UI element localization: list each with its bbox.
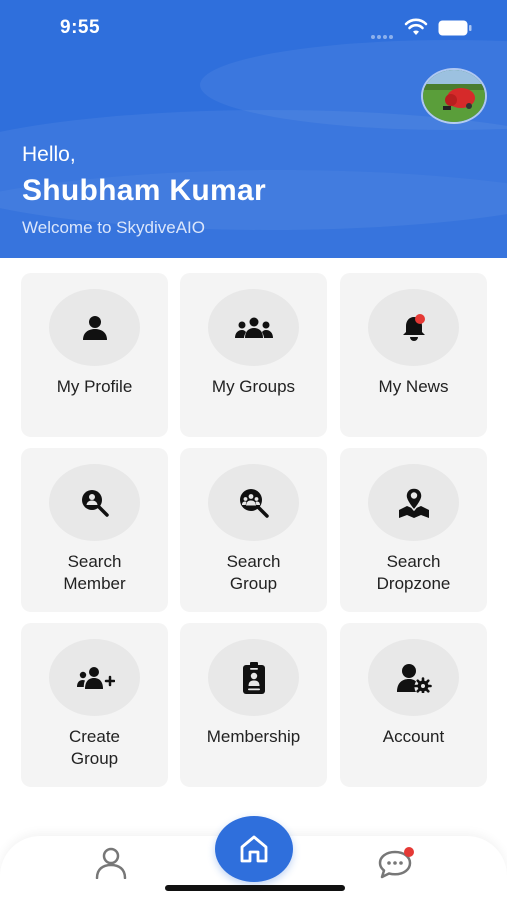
card-label-line: Search <box>67 552 122 571</box>
card-label-line: Search <box>386 552 441 571</box>
user-settings-icon <box>396 663 432 693</box>
battery-icon <box>438 20 472 36</box>
home-button[interactable] <box>215 816 293 882</box>
my-profile-icon-circle <box>49 289 140 366</box>
avatar[interactable] <box>421 68 487 124</box>
card-label: Search Member <box>21 551 168 595</box>
home-icon <box>240 835 268 863</box>
my-profile-card[interactable]: My Profile <box>21 273 168 437</box>
card-label-line: Create <box>68 727 121 746</box>
card-label: Search Group <box>180 551 327 595</box>
search-group-icon-circle <box>208 464 299 541</box>
search-member-icon-circle <box>49 464 140 541</box>
id-badge-icon <box>242 661 265 694</box>
card-label: Account <box>382 727 445 746</box>
chat-icon[interactable] <box>378 846 416 880</box>
add-group-icon <box>76 666 115 689</box>
home-indicator <box>165 885 345 891</box>
search-group-icon <box>239 488 269 518</box>
search-member-icon <box>81 489 109 517</box>
card-label-line: Dropzone <box>376 574 451 593</box>
card-label: Create Group <box>21 726 168 770</box>
account-icon-circle <box>368 639 459 716</box>
card-label: My News <box>378 377 449 396</box>
create-group-icon-circle <box>49 639 140 716</box>
card-label-line: Group <box>229 574 278 593</box>
my-news-icon-circle <box>368 289 459 366</box>
signal-icon <box>371 26 397 39</box>
card-label: My Profile <box>56 377 133 396</box>
card-label-line: Search <box>226 552 281 571</box>
search-member-card[interactable]: Search Member <box>21 448 168 612</box>
card-label: Membership <box>206 727 301 746</box>
search-dropzone-icon-circle <box>368 464 459 541</box>
card-label: My Groups <box>211 377 296 396</box>
search-dropzone-card[interactable]: Search Dropzone <box>340 448 487 612</box>
user-icon <box>82 315 107 340</box>
card-label: Search Dropzone <box>340 551 487 595</box>
account-card[interactable]: Account <box>340 623 487 787</box>
header-banner: 9:55 Hello, Shubham Kumar Welcome to Sky… <box>0 0 507 258</box>
news-badge <box>415 314 425 324</box>
wifi-icon <box>404 18 428 35</box>
create-group-card[interactable]: Create Group <box>21 623 168 787</box>
greeting-text: Hello, <box>22 143 76 166</box>
my-groups-card[interactable]: My Groups <box>180 273 327 437</box>
search-group-card[interactable]: Search Group <box>180 448 327 612</box>
membership-icon-circle <box>208 639 299 716</box>
welcome-text: Welcome to SkydiveAIO <box>22 218 205 237</box>
card-label-line: Group <box>70 749 119 768</box>
map-pin-icon <box>398 486 429 518</box>
my-news-card[interactable]: My News <box>340 273 487 437</box>
card-label-line: Member <box>63 574 126 593</box>
profile-icon[interactable] <box>93 847 129 879</box>
membership-card[interactable]: Membership <box>180 623 327 787</box>
my-groups-icon-circle <box>208 289 299 366</box>
status-time: 9:55 <box>60 17 101 38</box>
status-bar: 9:55 <box>0 0 507 56</box>
user-name: Shubham Kumar <box>22 174 266 207</box>
group-icon <box>234 317 273 338</box>
